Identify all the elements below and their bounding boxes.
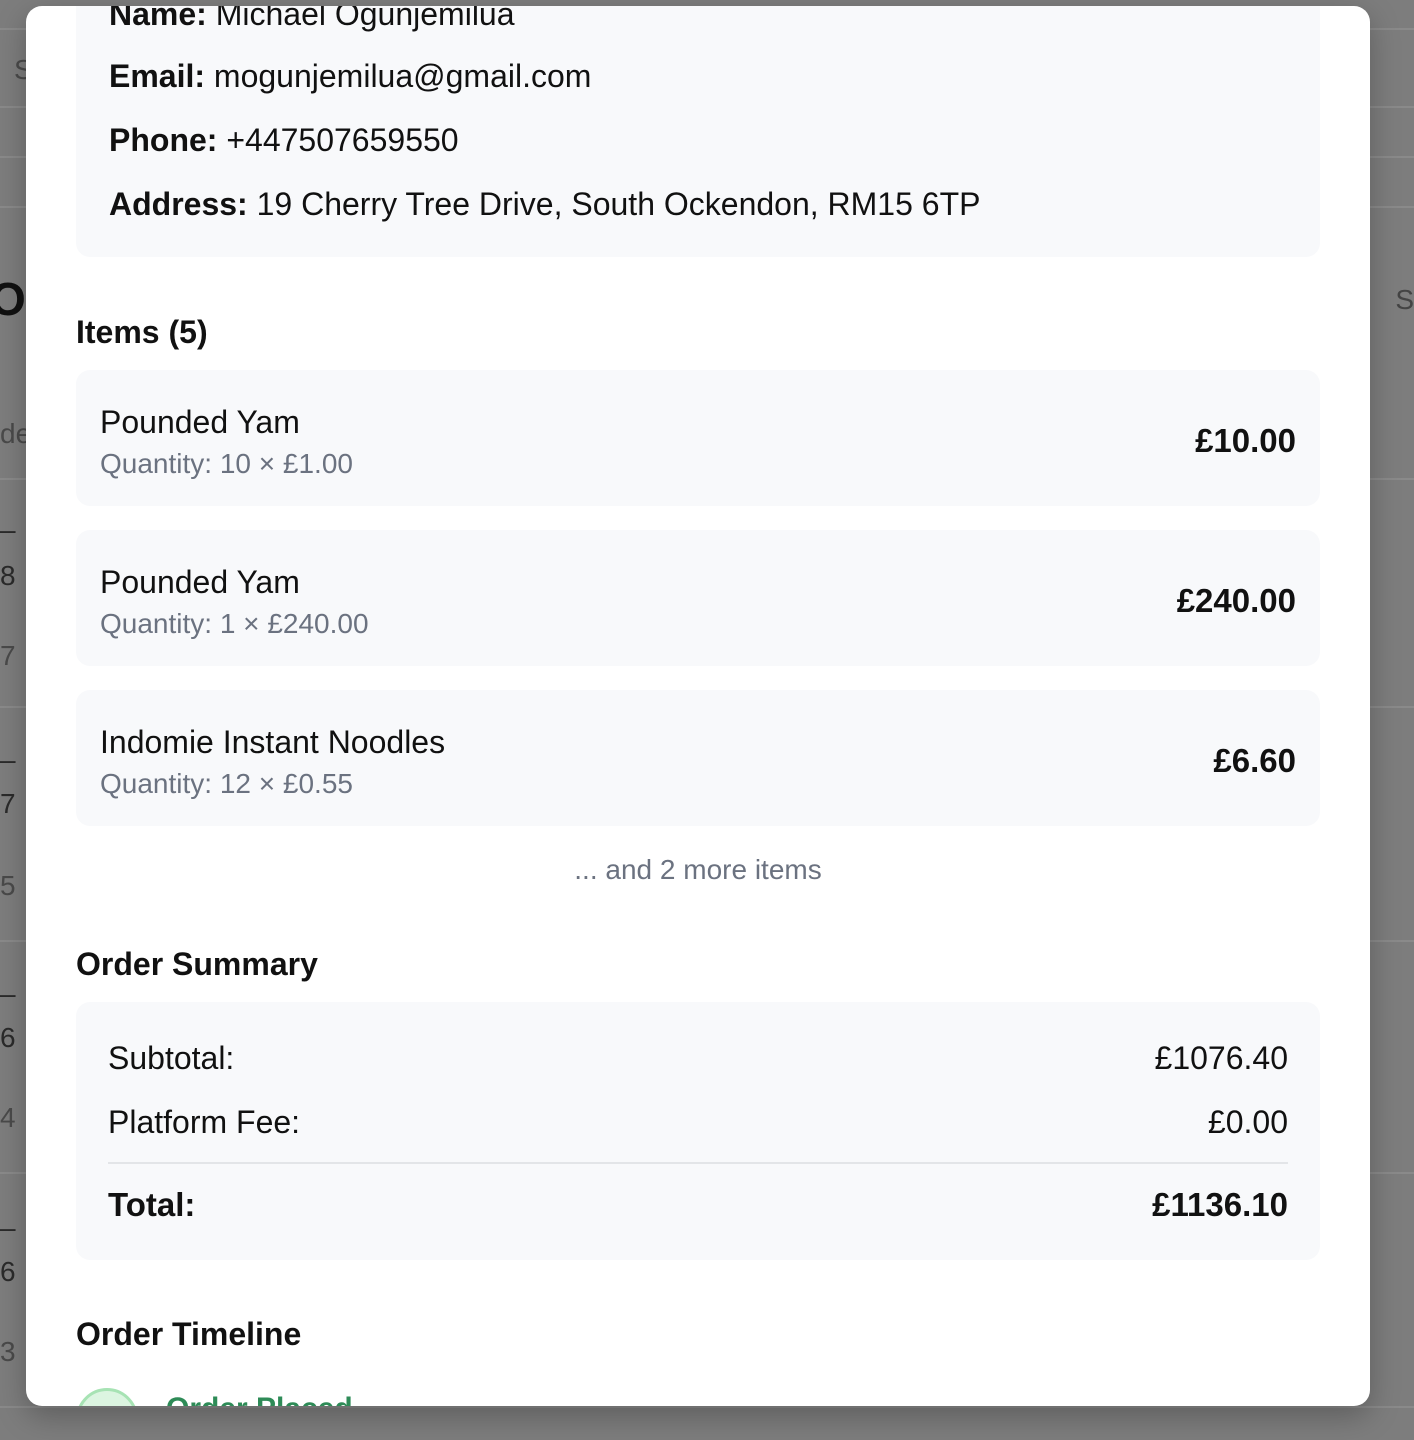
timeline-step-label: Order Placed [166, 1392, 353, 1406]
order-details-modal[interactable]: Name: Michael Ogunjemilua Email: mogunje… [26, 6, 1370, 1406]
timeline-step-icon [76, 1388, 138, 1406]
customer-address-value: 19 Cherry Tree Drive, South Ockendon, RM… [256, 186, 981, 222]
total-row: Total: £1136.10 [108, 1186, 1288, 1224]
item-total: £6.60 [1213, 742, 1296, 779]
list-item: Pounded Yam Quantity: 1 × £240.00 £240.0… [76, 530, 1320, 666]
background-text: 7 [0, 640, 16, 671]
background-text: – [0, 514, 16, 545]
total-value: £1136.10 [1152, 1186, 1288, 1223]
item-name: Pounded Yam [100, 564, 300, 600]
background-text: – [0, 744, 16, 775]
background-text: – [0, 1212, 16, 1243]
customer-email-label: Email: [109, 58, 206, 94]
customer-name-value: Michael Ogunjemilua [215, 6, 515, 32]
background-text: – [0, 978, 16, 1009]
item-total: £240.00 [1176, 582, 1296, 619]
customer-email-value[interactable]: mogunjemilua@gmail.com [214, 58, 592, 94]
customer-name-label: Name: [109, 6, 207, 32]
platform-fee-value: £0.00 [1207, 1104, 1288, 1140]
platform-fee-row: Platform Fee: £0.00 [108, 1104, 1288, 1141]
customer-address-label: Address: [109, 186, 248, 222]
order-summary-card: Subtotal: £1076.40 Platform Fee: £0.00 T… [76, 1002, 1320, 1260]
customer-info-card: Name: Michael Ogunjemilua Email: mogunje… [76, 6, 1320, 257]
background-text: 6 [0, 1256, 16, 1287]
background-text: 6 [0, 1022, 16, 1053]
list-item: Indomie Instant Noodles Quantity: 12 × £… [76, 690, 1320, 826]
customer-email-row: Email: mogunjemilua@gmail.com [109, 60, 591, 92]
subtotal-label: Subtotal: [108, 1040, 235, 1076]
item-quantity: Quantity: 1 × £240.00 [100, 608, 369, 639]
background-text: 4 [0, 1102, 16, 1133]
list-item: Pounded Yam Quantity: 10 × £1.00 £10.00 [76, 370, 1320, 506]
background-divider [0, 1406, 1414, 1408]
order-summary-title: Order Summary [76, 946, 318, 982]
background-text: S [1395, 284, 1414, 315]
background-text: 5 [0, 870, 16, 901]
customer-phone-value[interactable]: +447507659550 [226, 122, 458, 158]
items-section-title: Items (5) [76, 314, 208, 350]
item-quantity: Quantity: 10 × £1.00 [100, 448, 353, 479]
subtotal-value: £1076.40 [1154, 1040, 1288, 1076]
customer-phone-label: Phone: [109, 122, 218, 158]
platform-fee-label: Platform Fee: [108, 1104, 301, 1140]
subtotal-row: Subtotal: £1076.40 [108, 1040, 1288, 1077]
customer-address-row: Address: 19 Cherry Tree Drive, South Ock… [109, 188, 980, 220]
item-total: £10.00 [1195, 422, 1296, 459]
order-timeline-title: Order Timeline [76, 1316, 302, 1352]
customer-name-row: Name: Michael Ogunjemilua [109, 6, 515, 30]
summary-divider [108, 1162, 1288, 1164]
background-text: 3 [0, 1336, 16, 1367]
customer-phone-row: Phone: +447507659550 [109, 124, 459, 156]
item-name: Indomie Instant Noodles [100, 724, 446, 760]
background-text: 7 [0, 788, 16, 819]
more-items-note: ... and 2 more items [574, 854, 822, 885]
background-heading: O [0, 273, 26, 325]
total-label: Total: [108, 1186, 196, 1223]
item-quantity: Quantity: 12 × £0.55 [100, 768, 353, 799]
background-text: 8 [0, 560, 16, 591]
item-name: Pounded Yam [100, 404, 300, 440]
